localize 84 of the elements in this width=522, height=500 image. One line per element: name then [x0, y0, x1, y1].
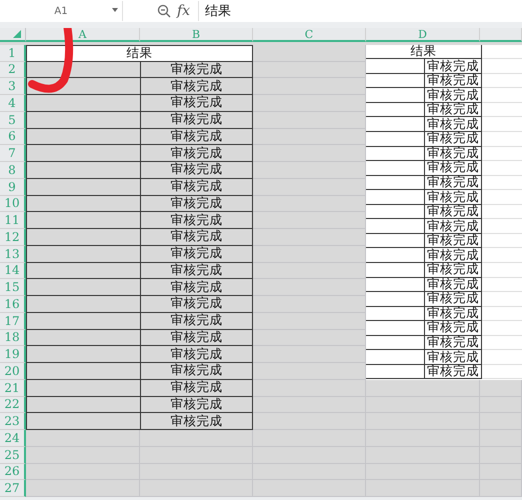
table-cell: 审核完成 [140, 380, 253, 396]
row-header[interactable]: 18 [0, 330, 26, 346]
table-cell: 审核完成 [424, 146, 482, 162]
table-cell: 审核完成 [424, 190, 482, 205]
table-cell: 审核完成 [140, 296, 253, 313]
table-cell: 审核完成 [424, 176, 482, 190]
table-cell: 审核完成 [140, 128, 253, 146]
table-cell: 审核完成 [140, 330, 253, 346]
row-header[interactable]: 25 [0, 446, 26, 464]
row-header[interactable]: 6 [0, 128, 26, 146]
table-cell: 审核完成 [424, 364, 482, 380]
table-cell: 审核完成 [140, 162, 253, 179]
row-header[interactable]: 8 [0, 162, 26, 179]
caret-icon[interactable] [112, 8, 118, 12]
table-header-cell: 结果 [366, 44, 482, 60]
table-cell: 审核完成 [424, 102, 482, 118]
row-header[interactable]: 24 [0, 430, 26, 447]
table-cell: 审核完成 [140, 312, 253, 330]
row-header[interactable]: 7 [0, 145, 26, 162]
table-cell: 审核完成 [424, 306, 482, 322]
table-cell: 审核完成 [140, 246, 253, 262]
column-header[interactable]: C [253, 28, 366, 42]
row-header[interactable]: 14 [0, 262, 26, 280]
row-header[interactable]: 20 [0, 363, 26, 380]
row-header[interactable]: 26 [0, 464, 26, 480]
table-cell: 审核完成 [140, 346, 253, 363]
column-header[interactable]: B [140, 28, 253, 42]
table-cell: 审核完成 [424, 161, 482, 176]
row-header[interactable]: 19 [0, 346, 26, 363]
table-cell: 审核完成 [424, 117, 482, 132]
table-cell: 审核完成 [424, 321, 482, 336]
row-header[interactable]: 17 [0, 312, 26, 330]
row-header[interactable]: 22 [0, 396, 26, 414]
row-header[interactable]: 3 [0, 78, 26, 95]
row-header[interactable]: 27 [0, 480, 26, 497]
table-cell: 审核完成 [140, 396, 253, 414]
row-header[interactable]: 11 [0, 212, 26, 229]
table-cell: 审核完成 [140, 178, 253, 196]
table-cell: 审核完成 [140, 363, 253, 380]
table-cell: 审核完成 [140, 196, 253, 212]
table-cell: 审核完成 [140, 145, 253, 162]
table-cell: 审核完成 [424, 248, 482, 263]
function-label[interactable]: fx [177, 3, 190, 19]
row-header[interactable]: 21 [0, 380, 26, 396]
table-cell: 审核完成 [424, 59, 482, 74]
table-cell: 审核完成 [424, 262, 482, 278]
row-header[interactable]: 12 [0, 229, 26, 246]
table-cell: 审核完成 [140, 78, 253, 95]
column-header[interactable]: D [366, 28, 480, 42]
zoom-icon[interactable] [157, 4, 171, 18]
row-header[interactable]: 10 [0, 196, 26, 212]
table-cell: 审核完成 [424, 234, 482, 248]
table-cell: 审核完成 [140, 413, 253, 430]
column-header[interactable]: A [26, 28, 140, 42]
row-header[interactable]: 16 [0, 296, 26, 313]
row-header[interactable]: 2 [0, 62, 26, 78]
row-header[interactable]: 1 [0, 44, 26, 62]
column-header[interactable] [480, 28, 522, 42]
formula-field[interactable]: 结果 [198, 1, 522, 21]
table-cell: 审核完成 [424, 132, 482, 147]
row-header[interactable]: 13 [0, 246, 26, 262]
table-cell: 审核完成 [140, 95, 253, 112]
row-header[interactable]: 15 [0, 279, 26, 296]
table-cell: 审核完成 [424, 219, 482, 234]
row-header[interactable]: 5 [0, 112, 26, 128]
table-cell: 审核完成 [424, 88, 482, 103]
row-header[interactable]: 4 [0, 95, 26, 112]
table-cell: 审核完成 [140, 262, 253, 280]
row-header[interactable]: 9 [0, 178, 26, 196]
table-cell: 审核完成 [140, 112, 253, 128]
table-cell: 审核完成 [424, 292, 482, 307]
select-all-icon[interactable] [13, 30, 21, 38]
table-cell: 审核完成 [424, 278, 482, 292]
table-cell: 审核完成 [424, 74, 482, 88]
row-header[interactable]: 23 [0, 413, 26, 430]
table-cell: 审核完成 [140, 229, 253, 246]
table-cell: 审核完成 [424, 336, 482, 350]
table-cell: 审核完成 [140, 62, 253, 78]
table-cell: 审核完成 [424, 350, 482, 365]
table-header-cell: 结果 [26, 44, 253, 62]
table-cell: 审核完成 [140, 212, 253, 229]
table-cell: 审核完成 [140, 279, 253, 296]
name-box[interactable]: A1 [0, 1, 123, 21]
table-cell: 审核完成 [424, 204, 482, 220]
